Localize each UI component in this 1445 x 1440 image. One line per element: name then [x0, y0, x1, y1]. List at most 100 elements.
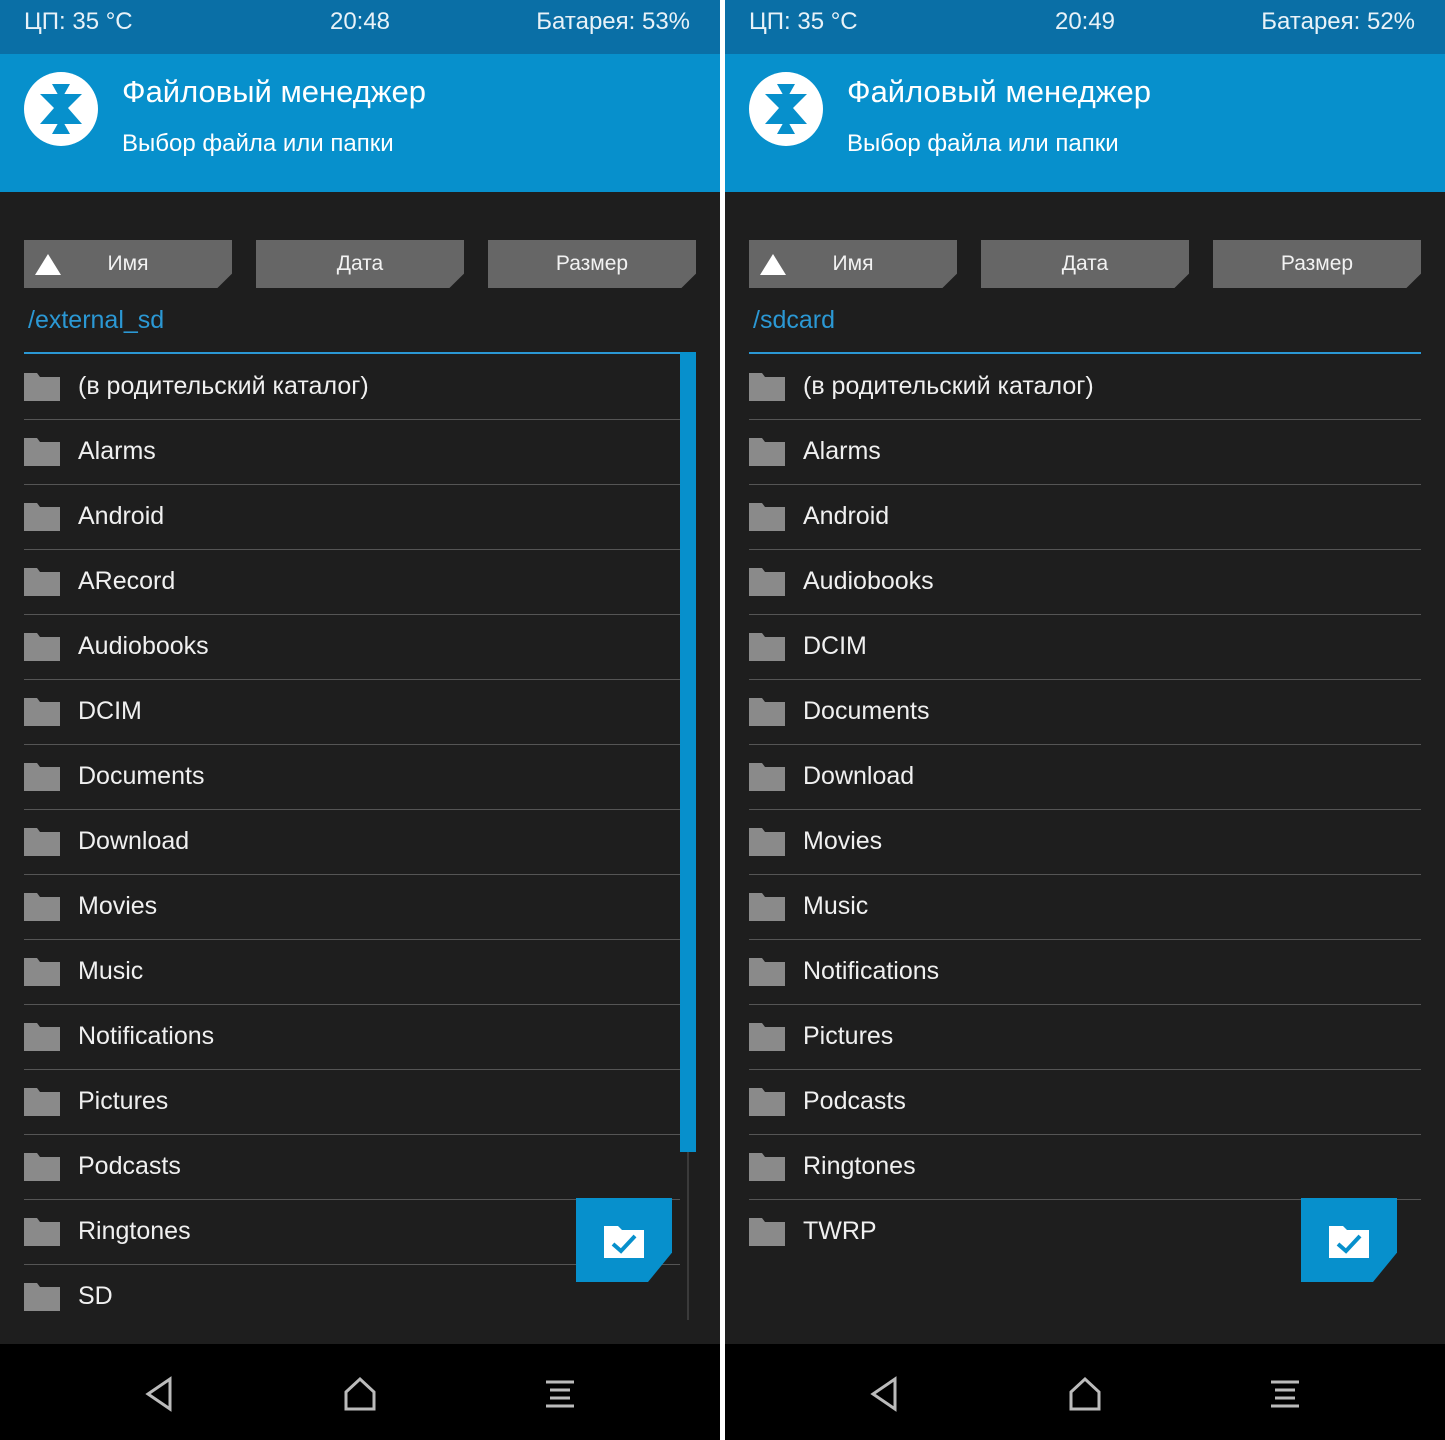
folder-name: Audiobooks: [803, 567, 934, 595]
folder-item[interactable]: DCIM: [749, 615, 1421, 680]
file-list: (в родительский каталог) Alarms Android ARe…: [24, 355, 680, 1330]
folder-item[interactable]: Alarms: [749, 420, 1421, 485]
folder-item[interactable]: Music: [749, 875, 1421, 940]
folder-name: Alarms: [803, 437, 881, 465]
folder-item[interactable]: Pictures: [24, 1070, 680, 1135]
folder-name: (в родительский каталог): [78, 372, 369, 400]
folder-item[interactable]: Ringtones: [749, 1135, 1421, 1200]
sort-size-label: Размер: [555, 252, 629, 275]
folder-item[interactable]: Pictures: [749, 1005, 1421, 1070]
folder-name: Download: [78, 827, 190, 855]
parent-directory-item[interactable]: (в родительский каталог): [24, 355, 680, 420]
folder-item[interactable]: DCIM: [24, 680, 680, 745]
folder-icon: [749, 828, 785, 856]
sort-date-label: Дата: [1061, 252, 1109, 275]
select-folder-button[interactable]: [576, 1198, 672, 1282]
folder-name: Notifications: [803, 957, 940, 985]
status-bar: ЦП: 35 °C 20:49 Батарея: 52%: [725, 0, 1445, 54]
folder-name: Movies: [803, 827, 883, 855]
folder-icon: [24, 893, 60, 921]
folder-name: Podcasts: [803, 1087, 906, 1115]
folder-name: Documents: [78, 762, 205, 790]
folder-name: Music: [803, 892, 869, 920]
back-icon[interactable]: [865, 1374, 905, 1414]
folder-icon: [24, 503, 60, 531]
navigation-bar: [725, 1344, 1445, 1440]
select-folder-icon: [604, 1226, 644, 1258]
folder-icon: [749, 893, 785, 921]
home-icon[interactable]: [340, 1374, 380, 1414]
folder-icon: [24, 763, 60, 791]
sort-by-date-button[interactable]: Дата: [981, 240, 1189, 288]
current-path: /sdcard: [753, 306, 835, 334]
folder-item[interactable]: Podcasts: [24, 1135, 680, 1200]
folder-icon: [749, 633, 785, 661]
folder-icon: [749, 763, 785, 791]
folder-item[interactable]: Podcasts: [749, 1070, 1421, 1135]
folder-name: Alarms: [78, 437, 156, 465]
folder-item[interactable]: Alarms: [24, 420, 680, 485]
folder-item[interactable]: Download: [749, 745, 1421, 810]
app-subtitle: Выбор файла или папки: [847, 130, 1119, 157]
folder-name: Android: [803, 502, 890, 530]
app-title: Файловый менеджер: [122, 74, 427, 109]
parent-directory-item[interactable]: (в родительский каталог): [749, 355, 1421, 420]
folder-icon: [749, 503, 785, 531]
folder-icon: [749, 1088, 785, 1116]
back-icon[interactable]: [140, 1374, 180, 1414]
folder-icon: [24, 698, 60, 726]
folder-item[interactable]: Documents: [24, 745, 680, 810]
menu-icon[interactable]: [540, 1374, 580, 1414]
app-header: Файловый менеджер Выбор файла или папки: [725, 54, 1445, 192]
folder-name: Ringtones: [803, 1152, 916, 1180]
sort-name-label: Имя: [832, 252, 874, 275]
folder-name: DCIM: [803, 632, 867, 660]
sort-size-label: Размер: [1280, 252, 1354, 275]
battery-level: Батарея: 52%: [1261, 8, 1415, 35]
folder-item[interactable]: Movies: [749, 810, 1421, 875]
path-divider: [24, 352, 696, 354]
folder-icon: [24, 958, 60, 986]
folder-icon: [24, 1283, 60, 1311]
folder-item[interactable]: Download: [24, 810, 680, 875]
home-icon[interactable]: [1065, 1374, 1105, 1414]
folder-icon: [749, 1023, 785, 1051]
sort-by-size-button[interactable]: Размер: [1213, 240, 1421, 288]
folder-icon: [749, 958, 785, 986]
folder-item[interactable]: Audiobooks: [24, 615, 680, 680]
folder-item[interactable]: Documents: [749, 680, 1421, 745]
folder-name: ARecord: [78, 567, 176, 595]
folder-item[interactable]: Notifications: [749, 940, 1421, 1005]
folder-item[interactable]: Notifications: [24, 1005, 680, 1070]
folder-name: Android: [78, 502, 165, 530]
battery-level: Батарея: 53%: [536, 8, 690, 35]
select-folder-button[interactable]: [1301, 1198, 1397, 1282]
folder-item[interactable]: ARecord: [24, 550, 680, 615]
sort-by-date-button[interactable]: Дата: [256, 240, 464, 288]
folder-icon: [749, 698, 785, 726]
folder-item[interactable]: Music: [24, 940, 680, 1005]
folder-name: Documents: [803, 697, 930, 725]
menu-icon[interactable]: [1265, 1374, 1305, 1414]
folder-icon: [24, 1023, 60, 1051]
sort-by-name-button[interactable]: Имя: [24, 240, 232, 288]
folder-item[interactable]: Movies: [24, 875, 680, 940]
folder-icon: [24, 1088, 60, 1116]
folder-name: Ringtones: [78, 1217, 191, 1245]
folder-item[interactable]: Audiobooks: [749, 550, 1421, 615]
select-folder-icon: [1329, 1226, 1369, 1258]
folder-icon: [749, 1153, 785, 1181]
folder-name: TWRP: [803, 1217, 877, 1245]
sort-by-name-button[interactable]: Имя: [749, 240, 957, 288]
folder-name: Notifications: [78, 1022, 215, 1050]
sort-by-size-button[interactable]: Размер: [488, 240, 696, 288]
sort-ascending-icon: [35, 254, 61, 275]
folder-icon: [24, 373, 60, 401]
twrp-logo-icon: [749, 72, 823, 146]
scrollbar-thumb[interactable]: [680, 352, 696, 1152]
folder-item[interactable]: Android: [24, 485, 680, 550]
folder-item[interactable]: Android: [749, 485, 1421, 550]
file-manager-screen-right: ЦП: 35 °C 20:49 Батарея: 52% Файловый ме…: [725, 0, 1445, 1440]
sort-ascending-icon: [760, 254, 786, 275]
folder-icon: [749, 1218, 785, 1246]
